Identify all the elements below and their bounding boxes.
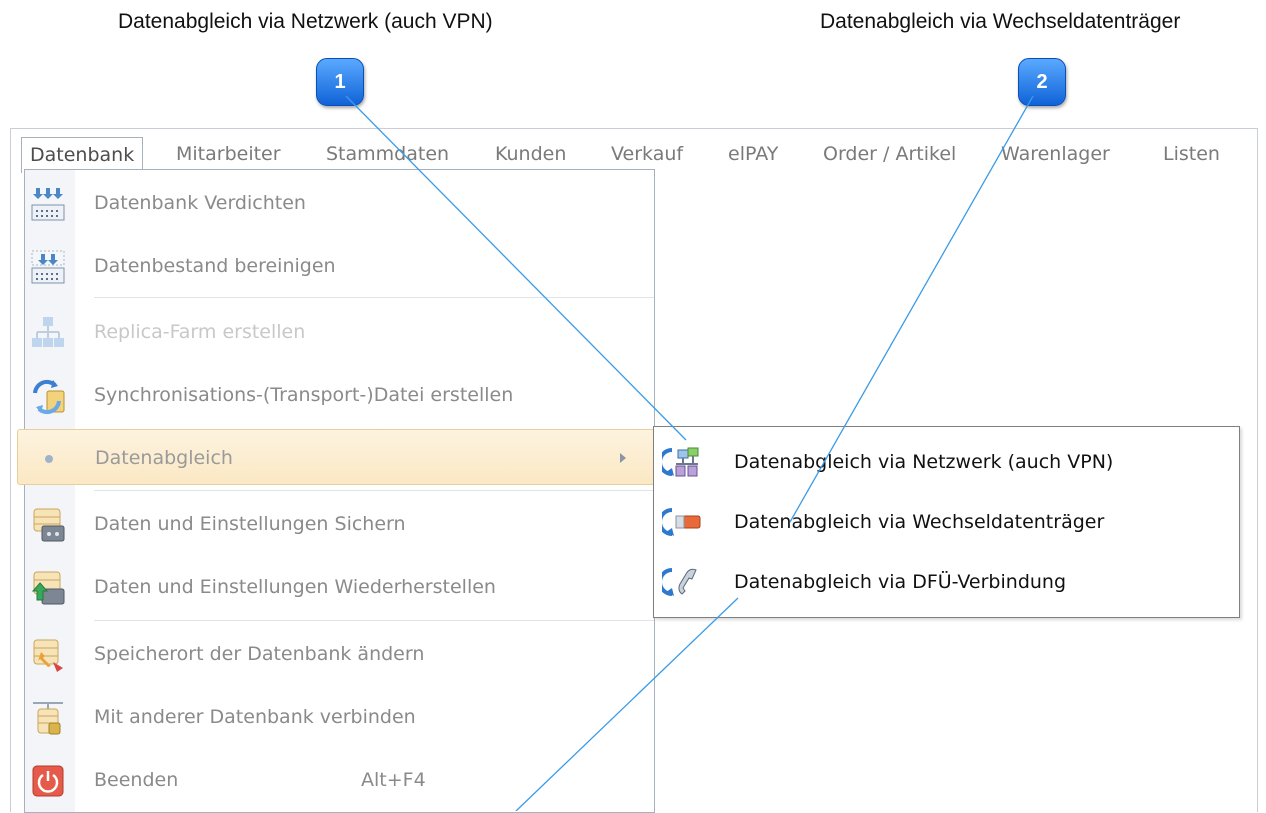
menu-item-label: Mit anderer Datenbank verbinden	[94, 706, 416, 728]
menu-separator	[94, 297, 654, 298]
change-location-icon	[29, 636, 67, 674]
menu-item-synchronisationsdatei[interactable]: Synchronisations-(Transport-)Datei erste…	[25, 367, 654, 423]
datenabgleich-submenu: Datenabgleich via Netzwerk (auch VPN) Da…	[653, 426, 1240, 618]
menu-kunden[interactable]: Kunden	[495, 137, 566, 171]
callout-1-badge: 1	[316, 58, 364, 106]
menu-item-datenabgleich[interactable]: Datenabgleich	[17, 429, 657, 485]
menu-item-label: Daten und Einstellungen Wiederherstellen	[94, 576, 496, 598]
submenu-item-label: Datenabgleich via Wechseldatenträger	[734, 511, 1105, 533]
menu-datenbank[interactable]: Datenbank	[21, 137, 144, 173]
restore-icon	[29, 569, 67, 607]
submenu-item-wechseldatentraeger[interactable]: Datenabgleich via Wechseldatenträger	[654, 492, 1239, 552]
callout-2-title: Datenabgleich via Wechseldatenträger	[820, 10, 1181, 33]
submenu-item-label: Datenabgleich via DFÜ-Verbindung	[734, 571, 1067, 593]
menu-separator	[94, 490, 654, 491]
menu-separator	[94, 620, 654, 621]
menu-item-daten-sichern[interactable]: Daten und Einstellungen Sichern	[25, 496, 654, 552]
compress-database-icon	[29, 185, 67, 223]
menu-order-artikel[interactable]: Order / Artikel	[823, 137, 956, 171]
menu-item-label: Speicherort der Datenbank ändern	[94, 643, 425, 665]
bullet-icon	[22, 440, 60, 478]
menu-item-replica-farm[interactable]: Replica-Farm erstellen	[25, 304, 654, 360]
callout-1-title: Datenabgleich via Netzwerk (auch VPN)	[118, 10, 493, 33]
submenu-arrow-icon	[618, 450, 628, 469]
shortcut-label: Alt+F4	[361, 769, 426, 791]
menu-item-label: Datenbank Verdichten	[94, 192, 306, 214]
datenbank-dropdown: Datenbank Verdichten Datenbestand berein…	[17, 169, 657, 813]
replica-farm-icon	[29, 314, 67, 352]
power-icon	[29, 762, 67, 800]
submenu-item-netzwerk[interactable]: Datenabgleich via Netzwerk (auch VPN)	[654, 432, 1239, 492]
menu-stammdaten[interactable]: Stammdaten	[326, 137, 449, 171]
menu-item-beenden[interactable]: Beenden Alt+F4	[25, 752, 654, 808]
submenu-item-dfue[interactable]: Datenabgleich via DFÜ-Verbindung	[654, 552, 1239, 612]
menu-item-datenbestand-bereinigen[interactable]: Datenbestand bereinigen	[25, 238, 654, 294]
menu-warenlager[interactable]: Warenlager	[1001, 137, 1110, 171]
menu-item-label: Datenabgleich	[95, 447, 233, 469]
backup-icon	[29, 506, 67, 544]
clean-data-icon	[29, 248, 67, 286]
menu-listen[interactable]: Listen	[1163, 137, 1220, 171]
submenu-item-label: Datenabgleich via Netzwerk (auch VPN)	[734, 451, 1114, 473]
menu-item-label: Replica-Farm erstellen	[94, 321, 306, 343]
menu-item-label: Datenbestand bereinigen	[94, 255, 336, 277]
menu-verkauf[interactable]: Verkauf	[611, 137, 683, 171]
removable-drive-sync-icon	[658, 502, 702, 542]
menu-item-datenbank-verdichten[interactable]: Datenbank Verdichten	[25, 175, 654, 231]
menu-item-daten-wiederherstellen[interactable]: Daten und Einstellungen Wiederherstellen	[25, 559, 654, 615]
callout-2-badge: 2	[1018, 58, 1066, 106]
dialup-sync-icon	[658, 562, 702, 602]
menu-item-label: Synchronisations-(Transport-)Datei erste…	[94, 384, 514, 406]
connect-database-icon	[29, 699, 67, 737]
menu-mitarbeiter[interactable]: Mitarbeiter	[176, 137, 281, 171]
sync-file-icon	[29, 377, 67, 415]
menu-item-andere-datenbank[interactable]: Mit anderer Datenbank verbinden	[25, 689, 654, 745]
menu-item-label: Daten und Einstellungen Sichern	[94, 513, 406, 535]
network-sync-icon	[658, 442, 702, 482]
menu-item-label: Beenden	[94, 769, 179, 791]
menu-item-speicherort-aendern[interactable]: Speicherort der Datenbank ändern	[25, 626, 654, 682]
menu-elpay[interactable]: elPAY	[728, 137, 778, 171]
